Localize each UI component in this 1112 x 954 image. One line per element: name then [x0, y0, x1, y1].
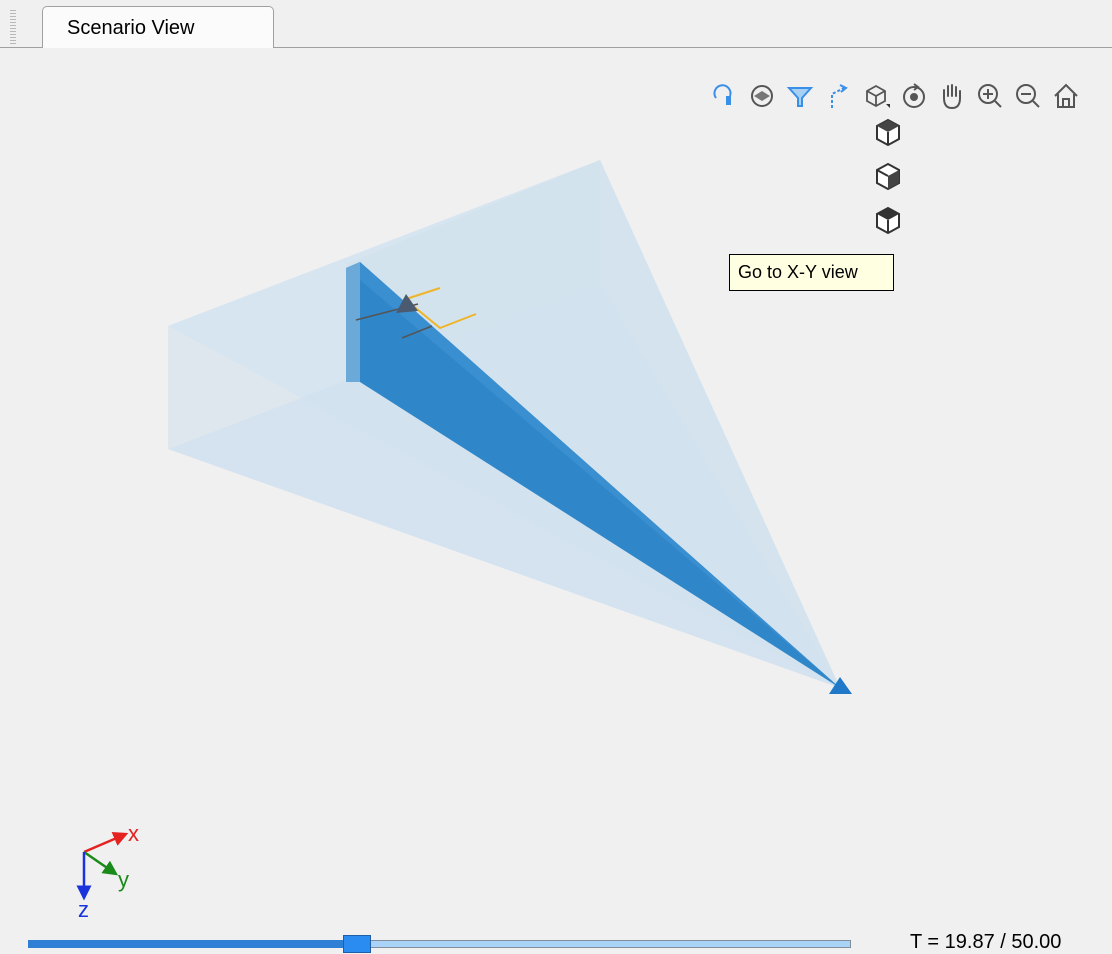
zoom-in-icon[interactable] [972, 76, 1008, 116]
x-axis-arrow [83, 832, 129, 854]
view-cube-front-icon[interactable] [868, 112, 908, 152]
slider-thumb[interactable] [343, 935, 371, 953]
layers-icon[interactable] [744, 76, 780, 116]
orientation-axes: x y z [70, 820, 150, 922]
beam-edge [346, 262, 360, 382]
route-icon[interactable] [706, 76, 742, 116]
zoom-out-icon[interactable] [1010, 76, 1046, 116]
coverage-icon[interactable] [782, 76, 818, 116]
tooltip-text: Go to X-Y view [738, 262, 858, 282]
tooltip: Go to X-Y view [729, 254, 894, 291]
time-slider[interactable] [28, 935, 851, 953]
rotate-icon[interactable] [896, 76, 932, 116]
slider-fill [28, 940, 357, 948]
time-readout: T = 19.87 / 50.00 [910, 931, 1062, 953]
z-axis-label: z [78, 897, 89, 922]
trajectory-icon[interactable] [820, 76, 856, 116]
scenario-canvas[interactable] [0, 0, 1112, 954]
view-direction-menu [868, 112, 908, 242]
y-axis-label: y [118, 867, 129, 892]
x-axis-label: x [128, 821, 139, 846]
view-cube-top-icon[interactable] [868, 200, 908, 240]
pan-icon[interactable] [934, 76, 970, 116]
view-cube-icon[interactable] [858, 76, 894, 116]
view-cube-side-icon[interactable] [868, 156, 908, 196]
home-icon[interactable] [1048, 76, 1084, 116]
y-axis-arrow [83, 850, 119, 876]
scene-toolbar [706, 76, 1106, 116]
